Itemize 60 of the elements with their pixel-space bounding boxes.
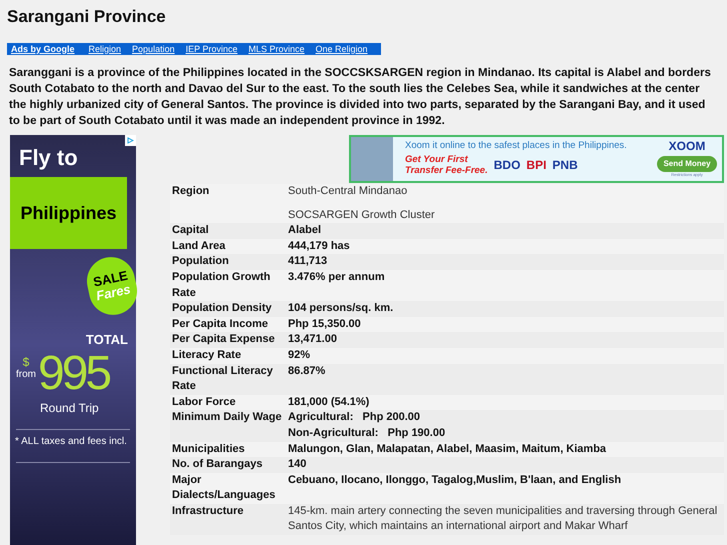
fact-note: SOCSARGEN Growth Cluster: [288, 208, 436, 223]
ad-link[interactable]: Religion: [88, 44, 122, 54]
fact-label: Major Dialects/Languages: [170, 472, 288, 504]
bank-logo: BPI: [526, 157, 546, 174]
ad-offer: Transfer Fee-Free.: [405, 165, 488, 176]
fact-label: Capital: [170, 223, 288, 239]
fact-value: 13,471.00: [288, 332, 338, 348]
ad-from: from: [16, 369, 36, 381]
ad-brand: XOOM: [668, 139, 706, 153]
fact-value: 104 persons/sq. km.: [288, 301, 394, 316]
fact-label: Literacy Rate: [170, 348, 288, 364]
photo-placeholder: [351, 137, 393, 181]
fact-value: Php 15,350.00: [288, 316, 362, 332]
ad-note: * ALL taxes and fees incl.: [15, 436, 128, 448]
fact-value: 411,713: [288, 254, 328, 270]
fact-label: Population Growth Rate: [170, 270, 288, 302]
bank-logo: PNB: [552, 157, 578, 174]
fact-label: Labor Force: [170, 394, 288, 410]
send-money-button[interactable]: Send Money: [657, 156, 717, 172]
fact-value: South-Central Mindanao: [288, 184, 408, 199]
ad-link[interactable]: MLS Province: [248, 44, 304, 54]
fact-label: No. of Barangays: [170, 457, 288, 473]
page-title: Sarangani Province: [6, 6, 166, 27]
ad-link[interactable]: One Religion: [316, 44, 368, 54]
fact-label: Municipalities: [170, 442, 288, 458]
ad-headline: Fly to: [19, 145, 78, 171]
bank-logo: BDO: [494, 157, 520, 174]
fact-value: 92%: [288, 348, 312, 363]
ads-label: Ads by Google: [11, 44, 75, 54]
ad-destination: Philippines: [20, 202, 116, 225]
fact-label: Minimum Daily Wage: [170, 410, 288, 442]
fact-label: Land Area: [170, 238, 288, 254]
fact-value: Malungon, Glan, Malapatan, Alabel, Maasim, Maitum, Kiamba: [288, 442, 608, 456]
fact-value: 140: [288, 457, 308, 472]
fact-value: Agricultural: Php 200.00: [288, 410, 422, 426]
fact-value: 145-km. main artery connecting the seven municipalities and traversing through General Santos City, which maintains an international airport and Makar Wharf: [288, 504, 718, 534]
ad-trip: Round Trip: [40, 400, 99, 417]
ad-price: 995: [38, 351, 110, 397]
fact-label: Population Density: [170, 301, 288, 317]
fact-value: Cebuano, Ilocano, Ilonggo, Tagalog,Muslim, B'laan, and English: [288, 472, 622, 488]
ad-link[interactable]: IEP Province: [186, 44, 238, 54]
fact-label: Functional Literacy Rate: [170, 364, 288, 395]
ad-total: TOTAL: [86, 333, 128, 347]
ad-link[interactable]: Population: [132, 44, 175, 54]
fact-value: 3.476% per annum: [288, 270, 386, 285]
fact-label: Per Capita Income: [170, 316, 288, 332]
fact-label: Population: [170, 254, 288, 270]
adchoices-icon[interactable]: [125, 135, 136, 146]
fact-value: 444,179 has: [288, 238, 351, 254]
fact-value: 181,000 (54.1%): [288, 394, 370, 410]
fact-value: Non-Agricultural: Php 190.00: [288, 426, 446, 441]
fact-value: 86.87%: [288, 364, 326, 379]
ad-tagline: Xoom it online to the safest places in the Philippines.: [405, 140, 627, 152]
ad-currency: $: [22, 355, 30, 369]
fact-value: Alabel: [288, 223, 322, 238]
ad-offer: Get Your First: [405, 154, 469, 165]
fact-label: Infrastructure: [170, 504, 288, 536]
fact-label: Region: [170, 184, 288, 224]
intro-paragraph: Saranggani is a province of the Philippines located in the SOCCSKSARGEN region in Mindanao. Its capital is Alabel and borders South Cotabato to the north and Davao del Sur to the east. To the south lies the Celebes Sea, while it sandwiches at the center the highly urbanized city of General Santos. The province is divided into two parts, separated by the Sarangani Bay, and it used to be part of South Cotabato until it was made an independent province in 1992.: [9, 66, 712, 129]
fact-label: Per Capita Expense: [170, 332, 288, 348]
